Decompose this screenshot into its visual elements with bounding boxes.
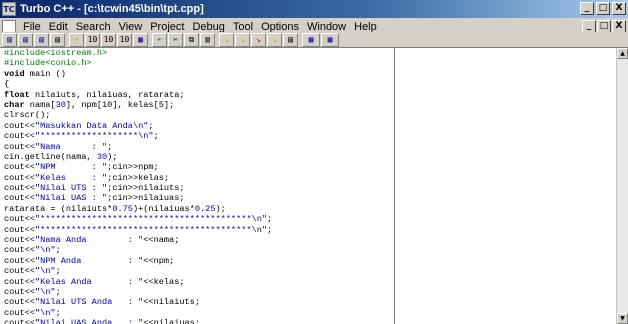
code-line[interactable]: void main () — [0, 69, 394, 79]
save-file-button[interactable]: ▤ — [18, 32, 33, 47]
window-title: Turbo C++ - [c:\tcwin45\bin\tpt.cpp] — [20, 3, 204, 15]
print-icon: ▤ — [55, 34, 60, 44]
browse-button[interactable]: ↘ — [267, 32, 282, 47]
save-all-button[interactable]: ▤ — [34, 32, 49, 47]
window-tile-button[interactable]: ▦ — [302, 32, 320, 47]
code-line[interactable]: cout<<"Nama Anda : "<<nama; — [0, 235, 394, 245]
code-line[interactable]: cout<<"\n"; — [0, 245, 394, 255]
undo-icon: ↶ — [157, 34, 162, 44]
lightning-button[interactable]: ⚡ — [69, 32, 84, 47]
code-line[interactable]: #include<conio.h> — [0, 58, 394, 68]
window-tile-icon: ▦ — [308, 34, 314, 44]
replace-button[interactable]: ↘ — [251, 32, 266, 47]
code-line[interactable]: #include<iostream.h> — [0, 48, 394, 58]
vertical-scrollbar[interactable]: ▲ ▼ — [616, 48, 628, 324]
menu-search[interactable]: Search — [72, 21, 115, 33]
code-line[interactable]: cout<<"\n"; — [0, 266, 394, 276]
print-button[interactable]: ▤ — [50, 32, 65, 47]
turbo-cpp-app-icon[interactable]: TC — [2, 2, 16, 16]
menu-view[interactable]: View — [115, 21, 147, 33]
code-line[interactable]: cout<<"\n"; — [0, 308, 394, 318]
project-icon: ▦ — [138, 34, 143, 44]
code-line[interactable]: cin.getline(nama, 30); — [0, 152, 394, 162]
menu-help[interactable]: Help — [350, 21, 381, 33]
scroll-down-arrow-icon[interactable]: ▼ — [617, 313, 628, 324]
code-line[interactable]: char nama[30], npm[10], kelas[5]; — [0, 100, 394, 110]
code-line[interactable]: cout<<"\n"; — [0, 287, 394, 297]
window-cascade-icon: ▦ — [327, 34, 333, 44]
compile-icon: 10 — [87, 34, 98, 44]
code-line[interactable]: cout<<"Nilai UAS : ";cin>>nilaiuas; — [0, 193, 394, 203]
code-line[interactable]: { — [0, 79, 394, 89]
code-line[interactable]: cout<<"Nilai UTS : ";cin>>nilaiuts; — [0, 183, 394, 193]
build-icon: 10 — [119, 34, 130, 44]
compile-button[interactable]: 10 — [85, 32, 100, 47]
title-bar: TC Turbo C++ - [c:\tcwin45\bin\tpt.cpp] … — [0, 0, 628, 18]
menu-edit[interactable]: Edit — [45, 21, 72, 33]
toolbar: ▤ ▤ ▤ ▤ ⚡ 10 10 10 ▦ ↶ ✂ ⧉ ▥ ↘ ↘ ↘ ↘ ▤ ▦… — [0, 32, 628, 48]
output-pane — [396, 48, 616, 324]
menu-options[interactable]: Options — [257, 21, 303, 33]
menu-debug[interactable]: Debug — [188, 21, 228, 33]
cut-icon: ✂ — [173, 34, 178, 44]
code-line[interactable]: ratarata = (nilaiuts*0.75)+(nilaiuas*0.2… — [0, 204, 394, 214]
search-next-icon: ↘ — [240, 34, 245, 44]
code-editor[interactable]: #include<iostream.h> #include<conio.h> voi… — [0, 48, 395, 324]
search-next-button[interactable]: ↘ — [235, 32, 250, 47]
close-button[interactable]: X — [612, 2, 626, 15]
code-line[interactable]: clrscr(); — [0, 110, 394, 120]
menu-file[interactable]: File — [19, 21, 45, 33]
goto-button[interactable]: ▤ — [283, 32, 298, 47]
code-line[interactable]: cout<<"*********************************… — [0, 225, 394, 235]
copy-button[interactable]: ⧉ — [184, 32, 199, 47]
make-button[interactable]: 10 — [101, 32, 116, 47]
undo-button[interactable]: ↶ — [152, 32, 167, 47]
scroll-up-arrow-icon[interactable]: ▲ — [617, 48, 628, 59]
cut-button[interactable]: ✂ — [168, 32, 183, 47]
code-line[interactable]: cout<<"*********************************… — [0, 214, 394, 224]
code-line[interactable]: cout<<"Kelas : ";cin>>kelas; — [0, 173, 394, 183]
open-file-button[interactable]: ▤ — [2, 32, 17, 47]
code-line[interactable]: cout<<"NPM Anda : "<<npm; — [0, 256, 394, 266]
goto-icon: ▤ — [288, 34, 293, 44]
menu-window[interactable]: Window — [303, 21, 350, 33]
menu-tool[interactable]: Tool — [229, 21, 257, 33]
menu-project[interactable]: Project — [146, 21, 188, 33]
copy-icon: ⧉ — [188, 34, 195, 44]
search-icon: ↘ — [224, 34, 229, 44]
code-line[interactable]: cout<<"Nama : "; — [0, 142, 394, 152]
code-line[interactable]: cout<<"Kelas Anda : "<<kelas; — [0, 277, 394, 287]
code-line[interactable]: float nilaiuts, nilaiuas, ratarata; — [0, 90, 394, 100]
save-all-icon: ▤ — [39, 34, 44, 44]
code-line[interactable]: cout<<"Nilai UTS Anda : "<<nilaiuts; — [0, 297, 394, 307]
project-button[interactable]: ▦ — [133, 32, 148, 47]
code-line[interactable]: cout<<"*******************\n"; — [0, 131, 394, 141]
code-line[interactable]: cout<<"Nilai UAS Anda : "<<nilaiuas; — [0, 318, 394, 324]
search-button[interactable]: ↘ — [219, 32, 234, 47]
paste-button[interactable]: ▥ — [200, 32, 215, 47]
minimize-button[interactable]: _ — [580, 2, 594, 15]
open-file-icon: ▤ — [7, 34, 12, 44]
lightning-icon: ⚡ — [74, 34, 79, 44]
window-cascade-button[interactable]: ▦ — [321, 32, 339, 47]
paste-icon: ▥ — [205, 34, 210, 44]
save-file-icon: ▤ — [23, 34, 28, 44]
restore-button[interactable]: □ — [596, 2, 610, 15]
browse-icon: ↘ — [272, 34, 277, 44]
build-button[interactable]: 10 — [117, 32, 132, 47]
code-line[interactable]: cout<<"NPM : ";cin>>npm; — [0, 162, 394, 172]
make-icon: 10 — [103, 34, 114, 44]
code-line[interactable]: cout<<"Masukkan Data Anda\n"; — [0, 121, 394, 131]
replace-icon: ↘ — [256, 34, 261, 44]
